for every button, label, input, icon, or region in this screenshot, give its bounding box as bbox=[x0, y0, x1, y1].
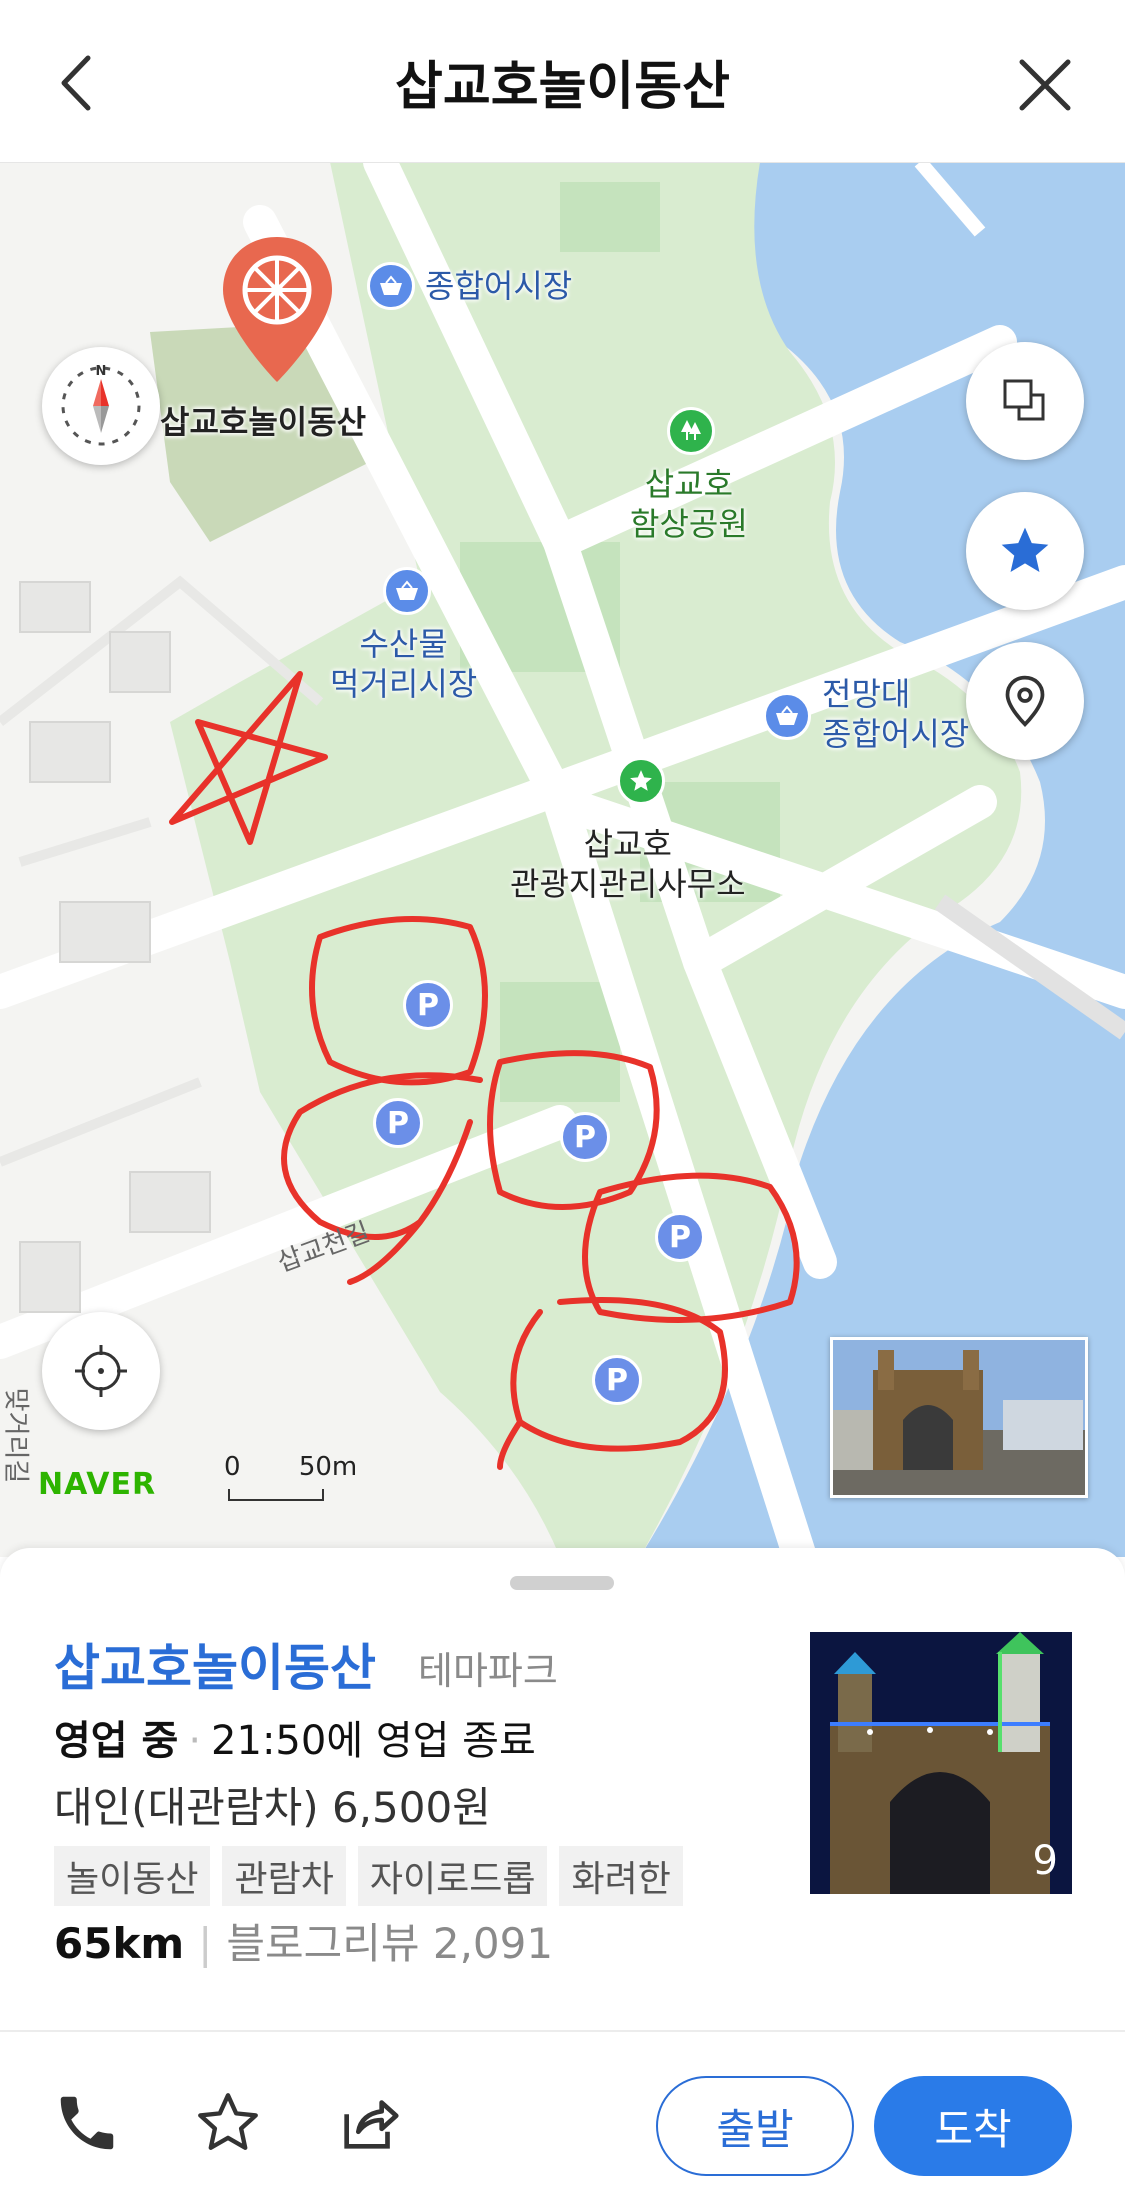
place-pin-label: 삽교호놀이동산 bbox=[160, 403, 367, 441]
price-info: 대인(대관람차) 6,500원 bbox=[54, 1783, 491, 1832]
close-icon bbox=[1019, 59, 1071, 111]
favorites-button[interactable] bbox=[966, 492, 1084, 610]
star-outline-icon bbox=[198, 2093, 258, 2150]
blog-reviews[interactable]: 블로그리뷰 2,091 bbox=[226, 1919, 553, 1968]
observatory-market-label[interactable]: 전망대 종합어시장 bbox=[822, 674, 969, 754]
sheet-drag-handle[interactable] bbox=[510, 1576, 614, 1590]
arrive-button[interactable]: 도착 bbox=[874, 2076, 1072, 2176]
meta-info: 65km | 블로그리뷰 2,091 bbox=[54, 1919, 554, 1968]
page-title: 삽교호놀이동산 bbox=[395, 57, 730, 117]
share-button[interactable] bbox=[335, 2088, 405, 2158]
naver-logo: NAVER bbox=[38, 1467, 157, 1502]
park-label[interactable]: 삽교호 함상공원 bbox=[630, 464, 748, 544]
parking-marker[interactable]: P bbox=[403, 980, 453, 1030]
compass-button[interactable]: N bbox=[42, 347, 160, 465]
layers-icon bbox=[1003, 379, 1045, 421]
map-view[interactable]: 삽교호놀이동산 종합어시장 삽교호 함상공원 수산물 먹거리시장 전망대 종합어… bbox=[0, 162, 1125, 1557]
parking-marker[interactable]: P bbox=[560, 1112, 610, 1162]
place-photo[interactable]: 9 bbox=[810, 1632, 1072, 1894]
photo-count: 9 bbox=[1032, 1838, 1058, 1884]
call-button[interactable] bbox=[52, 2088, 122, 2158]
street-view-thumbnail[interactable] bbox=[830, 1337, 1088, 1498]
star-icon bbox=[1001, 527, 1049, 572]
scale-bar bbox=[228, 1489, 324, 1501]
scale-label: 0 50m bbox=[224, 1452, 358, 1482]
tag: 화려한 bbox=[559, 1846, 683, 1906]
place-info-sheet[interactable]: 삽교호놀이동산 테마파크 영업 중 · 21:50에 영업 종료 대인(대관람차) … bbox=[0, 1548, 1125, 2212]
tag: 자이로드롭 bbox=[357, 1846, 548, 1906]
action-bar: 출발 도착 bbox=[0, 2068, 1125, 2178]
road-label: 맞거리길 bbox=[0, 1387, 31, 1484]
divider bbox=[0, 2030, 1125, 2032]
compass-icon: N bbox=[61, 364, 141, 446]
save-button[interactable] bbox=[193, 2088, 263, 2158]
tag: 관람차 bbox=[222, 1846, 346, 1906]
map-pin-icon bbox=[1005, 675, 1045, 727]
depart-button[interactable]: 출발 bbox=[656, 2076, 854, 2176]
market-icon[interactable] bbox=[367, 262, 415, 310]
star-poi-icon[interactable] bbox=[617, 757, 665, 805]
fish-market-label[interactable]: 종합어시장 bbox=[425, 266, 572, 306]
layers-button[interactable] bbox=[966, 342, 1084, 460]
share-icon bbox=[344, 2100, 399, 2149]
tourism-office-label[interactable]: 삽교호 관광지관리사무소 bbox=[510, 824, 746, 904]
crosshair-icon bbox=[75, 1345, 127, 1397]
seafood-market-label[interactable]: 수산물 먹거리시장 bbox=[330, 624, 477, 704]
top-bar: 삽교호놀이동산 bbox=[0, 0, 1125, 163]
svg-text:N: N bbox=[96, 364, 107, 379]
parking-marker[interactable]: P bbox=[373, 1098, 423, 1148]
market-icon[interactable] bbox=[383, 567, 431, 615]
location-pin-button[interactable] bbox=[966, 642, 1084, 760]
phone-icon bbox=[60, 2096, 114, 2150]
place-name[interactable]: 삽교호놀이동산 bbox=[54, 1628, 376, 1700]
business-status: 영업 중 · 21:50에 영업 종료 bbox=[54, 1718, 536, 1764]
park-tree-icon[interactable] bbox=[667, 407, 715, 455]
parking-marker[interactable]: P bbox=[592, 1355, 642, 1405]
tag-list: 놀이동산 관람차 자이로드롭 화려한 bbox=[54, 1846, 724, 1906]
tag: 놀이동산 bbox=[54, 1846, 211, 1906]
amusement-park-pin-icon[interactable] bbox=[215, 232, 340, 387]
my-location-button[interactable] bbox=[42, 1312, 160, 1430]
close-button[interactable] bbox=[1010, 50, 1080, 120]
market-icon[interactable] bbox=[763, 692, 811, 740]
place-category: 테마파크 bbox=[418, 1649, 558, 1693]
parking-marker[interactable]: P bbox=[655, 1212, 705, 1262]
street-view-image bbox=[833, 1340, 1085, 1495]
distance: 65km bbox=[54, 1919, 185, 1968]
